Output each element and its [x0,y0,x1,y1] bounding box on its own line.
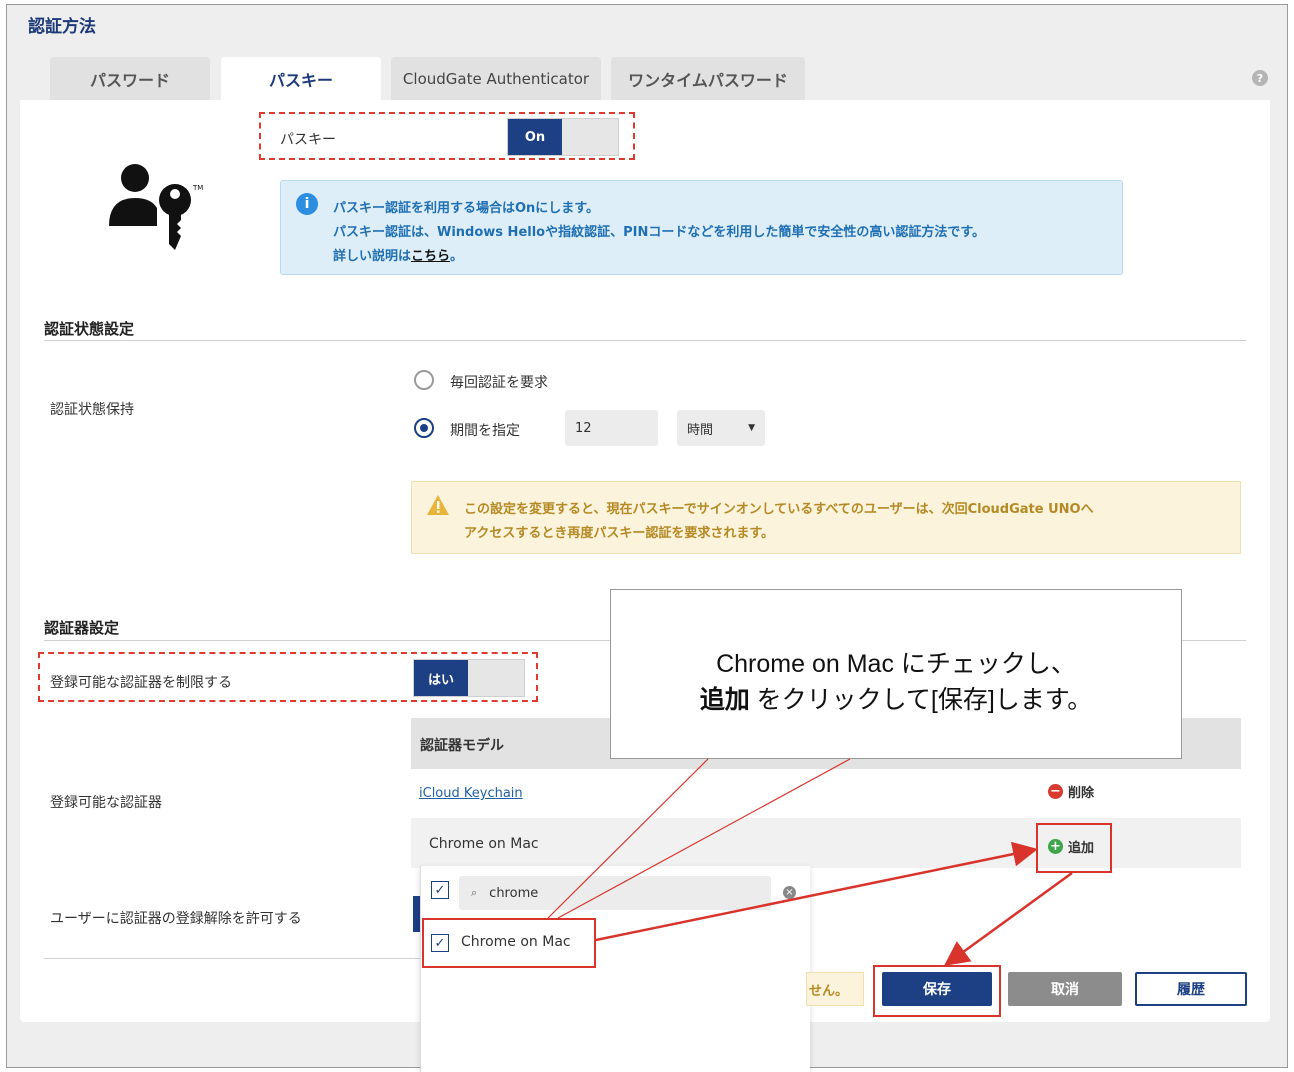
annotation-arrows [547,758,1073,966]
arrow-to-add [595,841,1038,942]
callout-pointer [557,758,851,919]
arrow-to-save [943,871,1073,966]
callout-pointer [547,758,709,919]
